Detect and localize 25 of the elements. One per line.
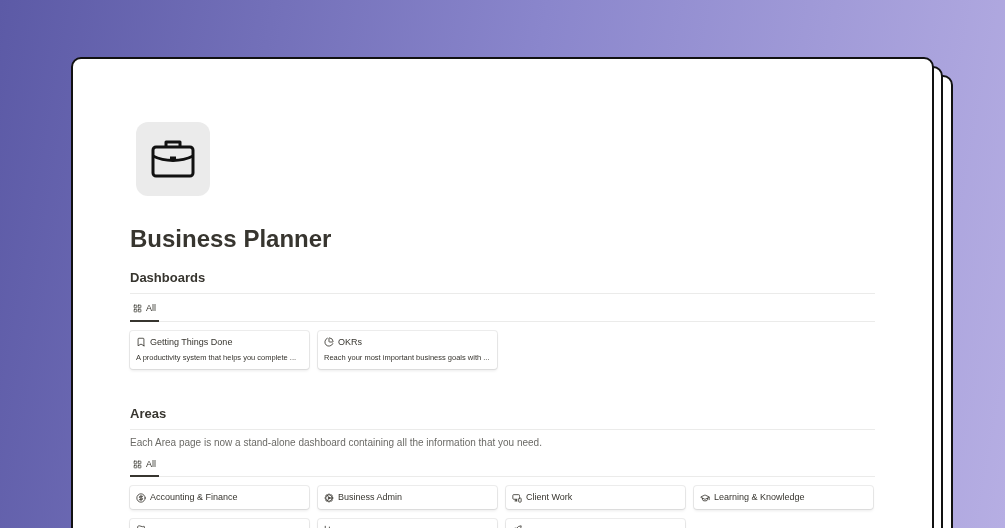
graduation-cap-icon (700, 492, 710, 503)
gallery-card[interactable]: Accounting & Finance (130, 486, 309, 509)
bookmark-icon (136, 337, 146, 347)
briefcase-icon (150, 139, 196, 179)
pie-chart-icon (324, 337, 334, 347)
card-title: Accounting & Finance (150, 492, 238, 503)
view-tab[interactable]: All (130, 300, 159, 322)
card-title: Learning & Knowledge (714, 492, 805, 503)
card-title: OKRs (338, 336, 362, 348)
section-description: Each Area page is now a stand-alone dashboard containing all the information that you need. (130, 435, 543, 450)
section-heading: Dashboards (130, 269, 207, 287)
page-title: Business Planner (130, 224, 333, 254)
gear-icon (324, 492, 334, 503)
card-title: Business Admin (338, 492, 403, 503)
gallery-card[interactable]: Business Admin (318, 486, 497, 509)
card-title: Client Work (526, 492, 573, 503)
gallery-card[interactable]: Client Work (506, 486, 685, 509)
devices-icon (512, 492, 522, 503)
dollar-icon (136, 492, 146, 503)
card-title: Getting Things Done (150, 336, 233, 348)
view-tab[interactable]: All (130, 455, 159, 477)
section-heading: Areas (130, 404, 168, 423)
grid-icon (133, 459, 142, 469)
grid-icon (133, 304, 142, 314)
gallery-card[interactable]: Learning & Knowledge (694, 486, 873, 509)
